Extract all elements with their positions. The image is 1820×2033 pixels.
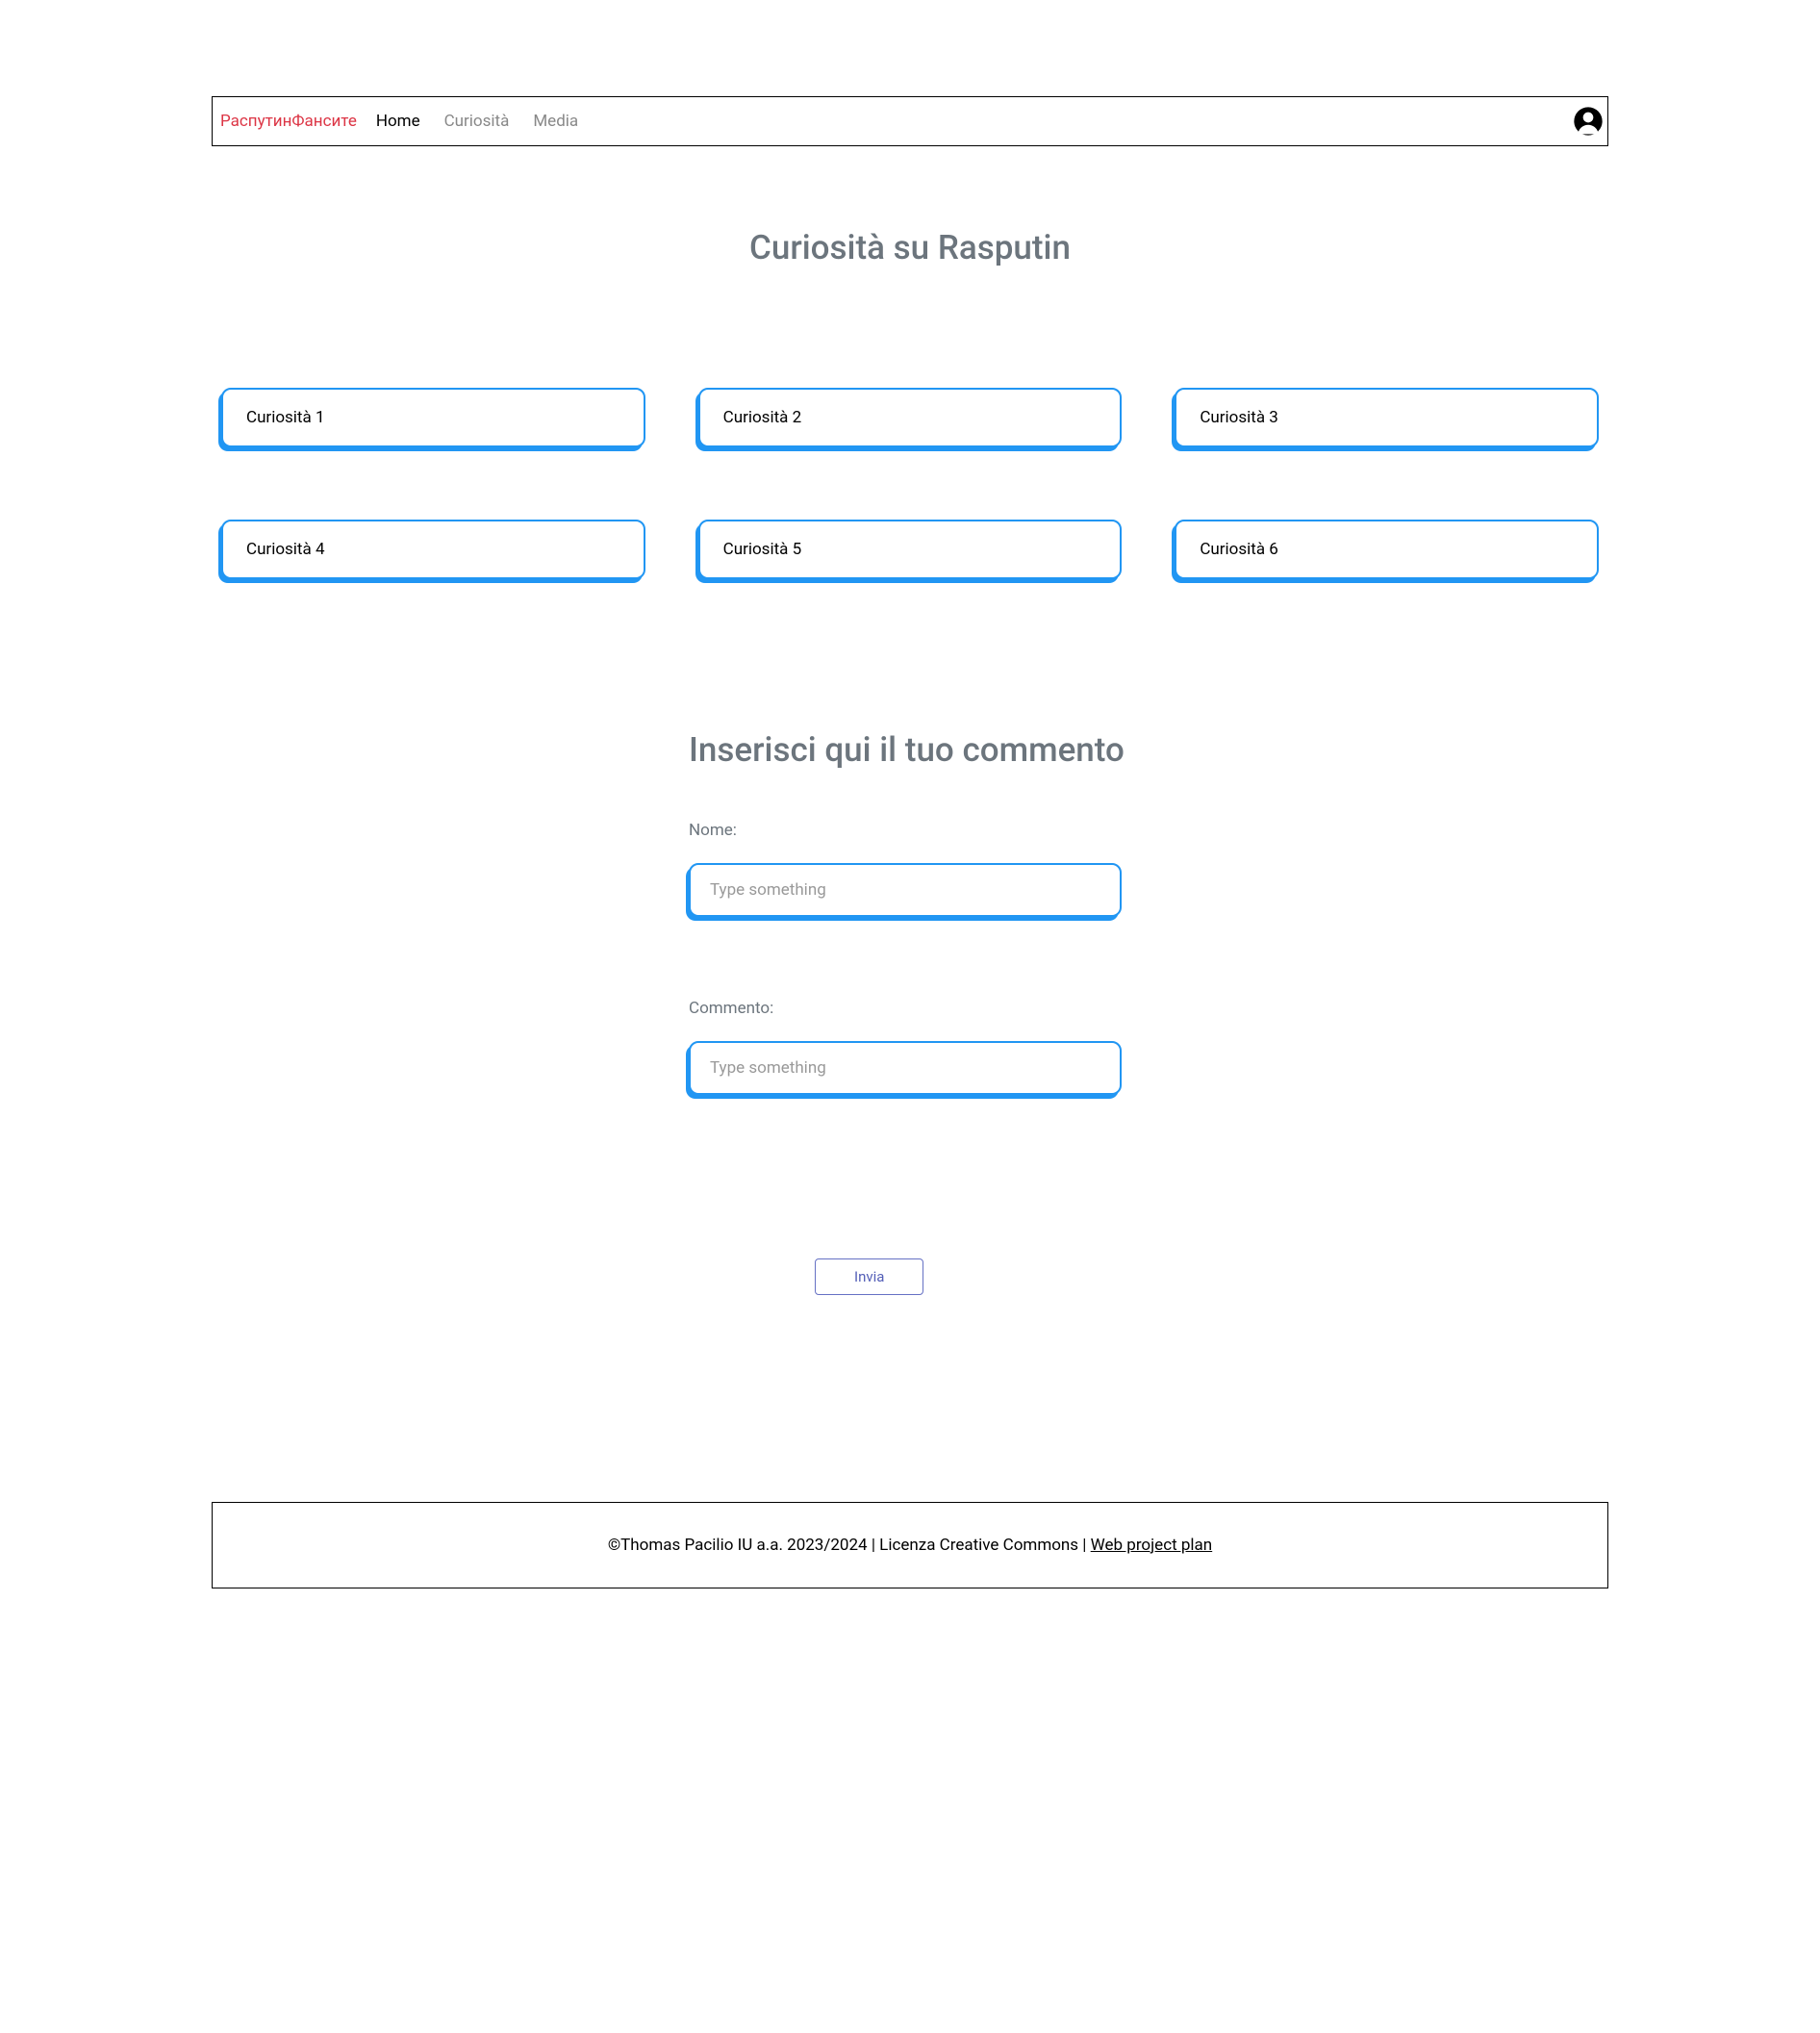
curiosity-card-2[interactable]: Curiosità 2 [698, 388, 1123, 447]
curiosity-cards-grid: Curiosità 1 Curiosità 2 Curiosità 3 Curi… [212, 388, 1608, 579]
curiosity-card-1[interactable]: Curiosità 1 [221, 388, 645, 447]
footer-text: ©Thomas Pacilio IU a.a. 2023/2024 | Lice… [608, 1536, 1091, 1555]
comment-form-title: Inserisci qui il tuo commento [689, 728, 1170, 773]
user-avatar-icon[interactable] [1573, 106, 1604, 137]
nav-link-curiosita[interactable]: Curiosità [444, 112, 510, 131]
comment-input[interactable] [689, 1041, 1122, 1095]
footer: ©Thomas Pacilio IU a.a. 2023/2024 | Lice… [212, 1502, 1608, 1588]
nav-link-media[interactable]: Media [533, 112, 578, 131]
navbar: РаспутинФансите Home Curiosità Media [212, 96, 1608, 146]
curiosity-card-4[interactable]: Curiosità 4 [221, 520, 645, 579]
nav-link-home[interactable]: Home [376, 112, 420, 131]
name-label: Nome: [689, 821, 1170, 840]
page-title: Curiosità su Rasputin [212, 228, 1608, 267]
brand[interactable]: РаспутинФансите [220, 112, 357, 131]
footer-link-wpp[interactable]: Web project plan [1091, 1536, 1213, 1555]
comment-label: Commento: [689, 999, 1170, 1018]
comment-form-section: Inserisci qui il tuo commento Nome: Comm… [650, 728, 1170, 1295]
curiosity-card-3[interactable]: Curiosità 3 [1175, 388, 1599, 447]
name-input[interactable] [689, 863, 1122, 917]
curiosity-card-5[interactable]: Curiosità 5 [698, 520, 1123, 579]
submit-button[interactable]: Invia [815, 1258, 923, 1295]
curiosity-card-6[interactable]: Curiosità 6 [1175, 520, 1599, 579]
